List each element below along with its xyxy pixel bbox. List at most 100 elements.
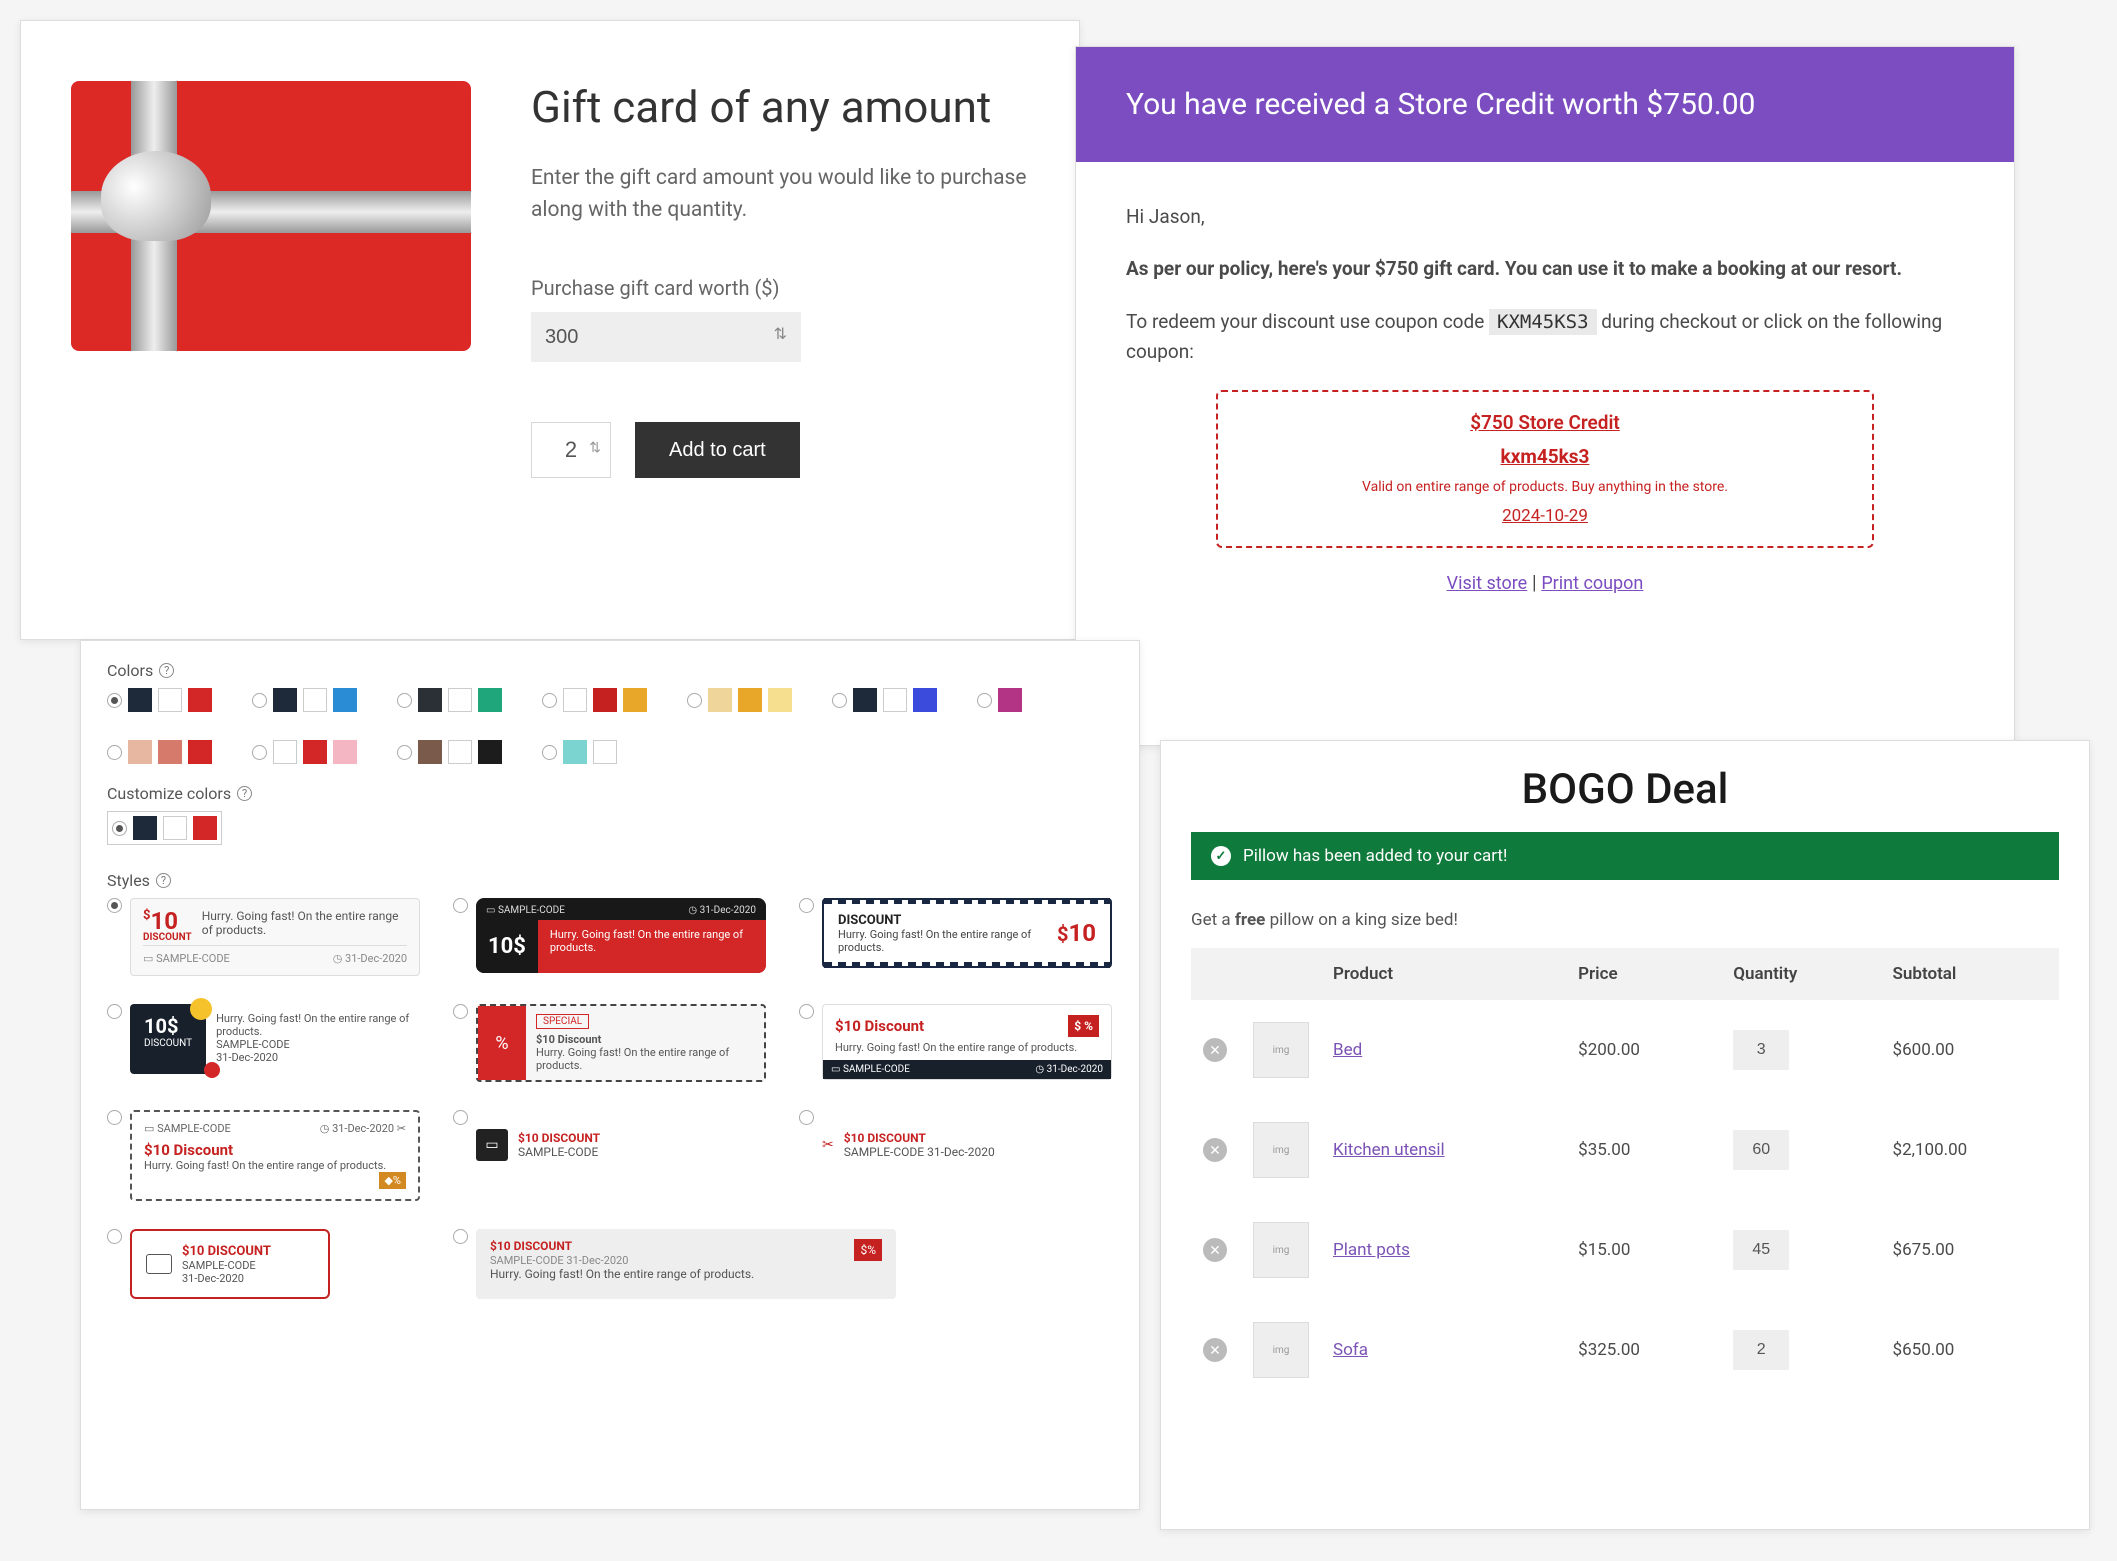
customize-colors-row[interactable] (107, 811, 222, 845)
help-icon[interactable]: ? (237, 786, 252, 801)
visit-store-link[interactable]: Visit store (1447, 573, 1528, 594)
style-radio[interactable] (799, 898, 814, 913)
product-thumbnail: img (1253, 1322, 1309, 1378)
coupon-style-4[interactable]: 10$DISCOUNT Hurry. Going fast! On the en… (130, 1004, 420, 1074)
quantity-input[interactable] (1733, 1130, 1789, 1170)
radio-icon[interactable] (687, 693, 702, 708)
style-radio[interactable] (107, 1004, 122, 1019)
style-radio[interactable] (799, 1004, 814, 1019)
color-swatch-option[interactable] (832, 688, 937, 712)
coupon-style-5[interactable]: % SPECIAL$10 DiscountHurry. Going fast! … (476, 1004, 766, 1082)
help-icon[interactable]: ? (156, 873, 171, 888)
coupon-style-6[interactable]: $10 Discount$ % Hurry. Going fast! On th… (822, 1004, 1112, 1080)
product-link[interactable]: Plant pots (1333, 1240, 1410, 1260)
remove-item-button[interactable]: ✕ (1203, 1038, 1227, 1062)
color-swatch-option[interactable] (542, 688, 647, 712)
radio-icon[interactable] (832, 693, 847, 708)
gift-amount-input[interactable] (531, 312, 801, 362)
color-swatch-option[interactable] (252, 740, 357, 764)
subtotal-cell: $2,100.00 (1881, 1100, 2059, 1200)
coupon-style-11[interactable]: $10 DISCOUNTSAMPLE-CODE 31-Dec-2020Hurry… (476, 1229, 896, 1299)
coupon-style-7[interactable]: ▭ SAMPLE-CODE◷ 31-Dec-2020 ✂ $10 Discoun… (130, 1110, 420, 1201)
coupon-style-2[interactable]: ▭ SAMPLE-CODE◷ 31-Dec-2020 10$ Hurry. Go… (476, 898, 766, 973)
gift-card-panel: Gift card of any amount Enter the gift c… (20, 20, 1080, 640)
swatch (883, 688, 907, 712)
coupon-style-3[interactable]: DISCOUNTHurry. Going fast! On the entire… (822, 898, 1112, 968)
swatch (478, 740, 502, 764)
price-cell: $200.00 (1566, 1000, 1721, 1100)
radio-icon[interactable] (107, 745, 122, 760)
swatch (333, 740, 357, 764)
scissors-icon: ✂ (822, 1137, 834, 1153)
coupon-code-inline: KXM45KS3 (1489, 309, 1597, 335)
swatch[interactable] (133, 816, 157, 840)
swatch (158, 688, 182, 712)
color-swatch-option[interactable] (977, 688, 1022, 712)
swatch (188, 740, 212, 764)
checkmark-icon: ✓ (1211, 846, 1231, 866)
email-line1: As per our policy, here's your $750 gift… (1126, 254, 1964, 284)
add-to-cart-button[interactable]: Add to cart (635, 422, 800, 478)
coupon-box[interactable]: $750 Store Credit kxm45ks3 Valid on enti… (1216, 390, 1874, 548)
gift-quantity-input[interactable] (531, 422, 611, 478)
color-swatch-row (107, 688, 1113, 764)
table-row: ✕imgBed$200.00$600.00 (1191, 1000, 2059, 1100)
product-thumbnail: img (1253, 1222, 1309, 1278)
color-swatch-option[interactable] (397, 740, 502, 764)
radio-icon[interactable] (397, 745, 412, 760)
help-icon[interactable]: ? (159, 663, 174, 678)
swatch (738, 688, 762, 712)
style-radio[interactable] (453, 1110, 468, 1125)
coupon-style-1[interactable]: $10DISCOUNT Hurry. Going fast! On the en… (130, 898, 420, 976)
color-swatch-option[interactable] (107, 688, 212, 712)
email-greeting: Hi Jason, (1126, 202, 1964, 232)
swatch (418, 688, 442, 712)
swatch (623, 688, 647, 712)
radio-icon[interactable] (252, 745, 267, 760)
remove-item-button[interactable]: ✕ (1203, 1138, 1227, 1162)
coupon-style-9[interactable]: ✂ $10 DISCOUNTSAMPLE-CODE 31-Dec-2020 (822, 1110, 1112, 1180)
color-swatch-option[interactable] (687, 688, 792, 712)
promo-text: Get a free pillow on a king size bed! (1191, 910, 2059, 930)
coupon-title: $750 Store Credit (1248, 408, 1842, 438)
percent-icon: $ % (1068, 1015, 1099, 1037)
quantity-input[interactable] (1733, 1330, 1789, 1370)
product-link[interactable]: Sofa (1333, 1340, 1368, 1360)
table-row: ✕imgKitchen utensil$35.00$2,100.00 (1191, 1100, 2059, 1200)
product-link[interactable]: Kitchen utensil (1333, 1140, 1445, 1160)
coupon-date: 2024-10-29 (1248, 503, 1842, 530)
radio-icon[interactable] (107, 693, 122, 708)
style-radio[interactable] (799, 1110, 814, 1125)
style-radio[interactable] (453, 898, 468, 913)
radio-selected-icon[interactable] (112, 821, 127, 836)
swatch (303, 740, 327, 764)
quantity-input[interactable] (1733, 1230, 1789, 1270)
swatch (708, 688, 732, 712)
swatch[interactable] (163, 816, 187, 840)
radio-icon[interactable] (542, 745, 557, 760)
color-swatch-option[interactable] (252, 688, 357, 712)
radio-icon[interactable] (977, 693, 992, 708)
remove-item-button[interactable]: ✕ (1203, 1338, 1227, 1362)
radio-icon[interactable] (252, 693, 267, 708)
quantity-input[interactable] (1733, 1030, 1789, 1070)
radio-icon[interactable] (542, 693, 557, 708)
col-quantity: Quantity (1721, 948, 1880, 1000)
style-radio[interactable] (107, 898, 122, 913)
style-radio[interactable] (453, 1004, 468, 1019)
style-radio[interactable] (107, 1110, 122, 1125)
product-link[interactable]: Bed (1333, 1040, 1362, 1060)
bogo-title: BOGO Deal (1191, 765, 2059, 814)
coupon-styles-panel: Colors ? Customize colors ? Styles ? $10… (80, 640, 1140, 1510)
color-swatch-option[interactable] (397, 688, 502, 712)
style-radio[interactable] (453, 1229, 468, 1244)
coupon-style-8[interactable]: ▭ $10 DISCOUNTSAMPLE-CODE (476, 1110, 766, 1180)
coupon-style-10[interactable]: $10 DISCOUNTSAMPLE-CODE31-Dec-2020 (130, 1229, 330, 1299)
color-swatch-option[interactable] (542, 740, 617, 764)
print-coupon-link[interactable]: Print coupon (1541, 573, 1643, 594)
style-radio[interactable] (107, 1229, 122, 1244)
remove-item-button[interactable]: ✕ (1203, 1238, 1227, 1262)
color-swatch-option[interactable] (107, 740, 212, 764)
swatch[interactable] (193, 816, 217, 840)
radio-icon[interactable] (397, 693, 412, 708)
